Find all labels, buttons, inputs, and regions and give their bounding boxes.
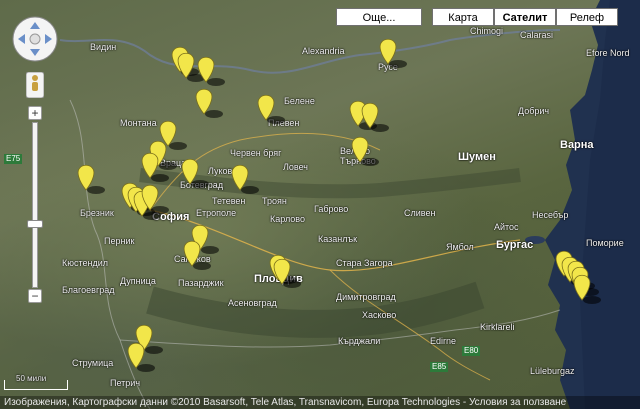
scale-text: 50 мили — [16, 374, 47, 383]
map-pin[interactable] — [197, 56, 225, 86]
pin-layer — [77, 38, 601, 372]
map-canvas[interactable]: Видин Alexandria Chimogi Calarasi Efore … — [0, 0, 640, 409]
pan-control[interactable] — [10, 14, 60, 64]
map-pin[interactable] — [181, 158, 209, 188]
zoom-slider-handle[interactable] — [27, 220, 43, 228]
pegman-icon[interactable] — [26, 72, 44, 98]
map-type-map-button[interactable]: Карта — [432, 8, 494, 26]
map-pin[interactable] — [231, 164, 259, 194]
attribution: Изображения, Картографски данни ©2010 Ba… — [0, 396, 640, 409]
map-pin[interactable] — [77, 164, 105, 194]
map-type-satellite-button[interactable]: Сателит — [494, 8, 556, 26]
map-pin[interactable] — [257, 94, 285, 124]
map-pin[interactable] — [183, 240, 211, 270]
map-pin[interactable] — [273, 258, 301, 288]
map-pin[interactable] — [379, 38, 407, 68]
zoom-in-button[interactable]: + — [28, 106, 42, 120]
map-pin[interactable] — [351, 136, 379, 166]
zoom-slider-track[interactable] — [32, 122, 38, 288]
zoom-out-button[interactable]: − — [28, 289, 42, 303]
map-type-terrain-button[interactable]: Релеф — [556, 8, 618, 26]
more-button[interactable]: Още... — [336, 8, 422, 26]
map-pin[interactable] — [195, 88, 223, 118]
